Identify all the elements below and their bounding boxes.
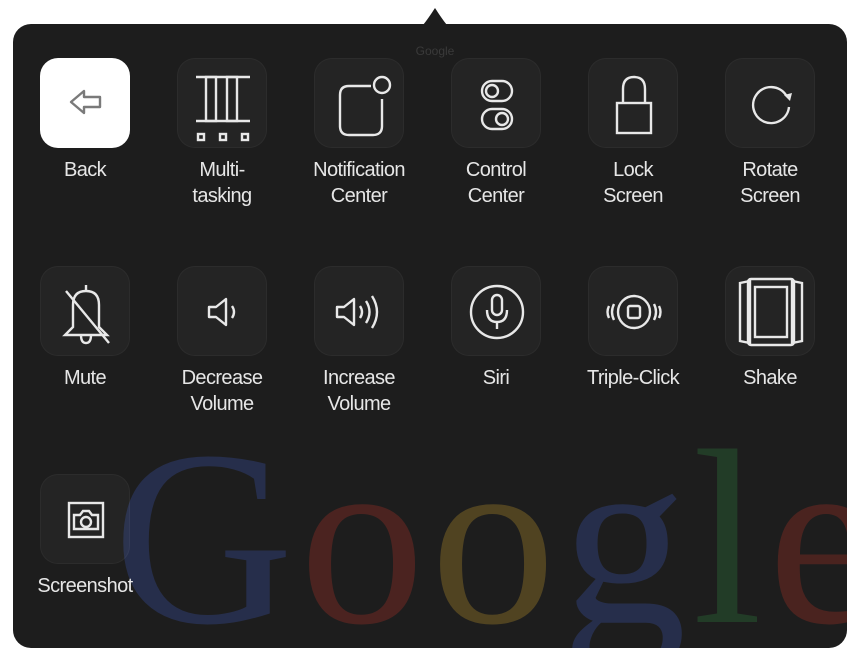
menu-item-control-center[interactable]: Control Center <box>433 58 559 238</box>
menu-item-decrease-volume[interactable]: Decrease Volume <box>159 266 285 446</box>
menu-item-increase-volume[interactable]: Increase Volume <box>296 266 422 446</box>
item-label: Decrease Volume <box>181 367 263 415</box>
tile-siri <box>451 266 541 356</box>
rotate-icon <box>751 85 792 125</box>
tile-lock-screen <box>588 58 678 148</box>
item-label: Siri <box>482 367 510 389</box>
item-label: Control Center <box>465 159 527 207</box>
menu-item-lock-screen[interactable]: Lock Screen <box>570 58 696 238</box>
assistive-touch-menu: Google Back Multi- tasking Notification … <box>13 24 847 648</box>
notification-center-icon <box>338 75 392 137</box>
menu-item-screenshot[interactable]: Screenshot <box>22 474 148 648</box>
tile-triple-click <box>588 266 678 356</box>
menu-item-multitasking[interactable]: Multi- tasking <box>159 58 285 238</box>
tile-notification-center <box>314 58 404 148</box>
shake-icon <box>738 277 804 347</box>
control-center-icon <box>480 79 514 131</box>
item-label: Mute <box>63 367 107 389</box>
back-arrow-icon <box>69 89 102 115</box>
camera-icon <box>67 501 105 539</box>
item-label: Shake <box>743 367 797 389</box>
menu-item-shake[interactable]: Shake <box>707 266 833 446</box>
mute-bell-icon <box>62 285 110 345</box>
multitasking-icon <box>196 75 250 142</box>
tile-decrease-volume <box>177 266 267 356</box>
menu-item-siri[interactable]: Siri <box>433 266 559 446</box>
volume-up-icon <box>335 295 379 329</box>
tile-control-center <box>451 58 541 148</box>
tile-increase-volume <box>314 266 404 356</box>
tile-shake <box>725 266 815 356</box>
menu-item-back[interactable]: Back <box>22 58 148 238</box>
tile-mute <box>40 266 130 356</box>
tile-multitasking <box>177 58 267 148</box>
item-label: Lock Screen <box>603 159 663 207</box>
item-label: Triple-Click <box>586 367 680 389</box>
background-google-logo: Google <box>113 414 847 649</box>
tile-back <box>40 58 130 148</box>
lock-icon <box>615 75 653 135</box>
microphone-icon <box>469 284 525 340</box>
item-label: Back <box>63 159 107 181</box>
home-button-icon <box>606 294 662 330</box>
tile-screenshot <box>40 474 130 564</box>
menu-item-triple-click[interactable]: Triple-Click <box>570 266 696 446</box>
item-label: Screenshot <box>37 575 133 597</box>
item-label: Multi- tasking <box>192 159 252 207</box>
item-label: Notification Center <box>313 159 405 207</box>
item-label: Rotate Screen <box>740 159 800 207</box>
volume-down-icon <box>207 297 236 327</box>
menu-item-notification-center[interactable]: Notification Center <box>296 58 422 238</box>
menu-item-rotate-screen[interactable]: Rotate Screen <box>707 58 833 238</box>
tile-rotate-screen <box>725 58 815 148</box>
item-label: Increase Volume <box>323 367 396 415</box>
menu-item-mute[interactable]: Mute <box>22 266 148 446</box>
screen: Google Back Multi- tasking Notification … <box>0 0 860 651</box>
popover-anchor-label: Google <box>415 44 455 58</box>
